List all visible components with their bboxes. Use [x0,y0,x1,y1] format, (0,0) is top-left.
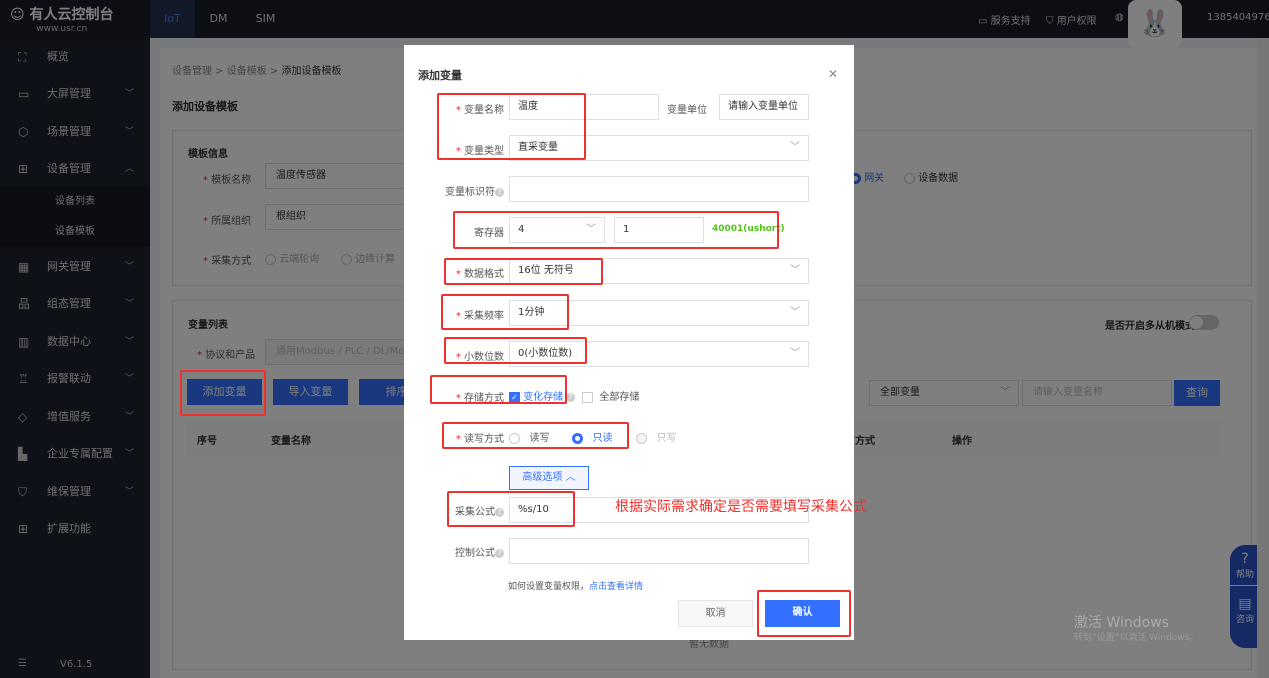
control-formula-input[interactable] [509,538,809,564]
annotation-box [437,93,586,160]
unit-input[interactable]: 请输入变量单位 [719,94,809,120]
annotation-box [444,258,603,285]
annotation-text: 根据实际需求确定是否需要填写采集公式 [615,499,867,515]
annotation-box [447,491,575,527]
windows-watermark-title: 激活 Windows [1074,615,1169,631]
windows-watermark-sub: 转到“设置”以激活 Windows。 [1074,633,1199,643]
annotation-box [441,294,569,330]
identifier-label: 变量标识符? [404,183,504,198]
help-icon[interactable]: ? [495,187,504,197]
checkbox-icon [582,391,593,403]
close-icon[interactable]: ✕ [828,67,838,81]
chevron-down-icon: ﹀ [790,348,800,359]
annotation-box [757,590,851,637]
dialog-title: 添加变量 [418,69,462,82]
details-link[interactable]: 点击查看详情 [589,582,643,592]
chevron-down-icon: ﹀ [790,142,800,153]
rw-radio-writeonly[interactable]: 只写 [636,429,677,444]
checkbox-label: 全部存储 [599,392,640,403]
cancel-button[interactable]: 取消 [678,600,753,627]
help-icon[interactable]: ? [495,548,504,558]
storage-all-checkbox[interactable]: 全部存储 [582,388,639,403]
advanced-options-button[interactable]: 高级选项 ︿ [509,466,589,490]
help-text: 如何设置变量权限， [508,582,590,592]
annotation-box [180,370,266,416]
radio-icon [636,432,647,444]
radio-label: 只写 [656,433,677,444]
label-text: 控制公式 [455,548,495,559]
permission-help: 如何设置变量权限，点击查看详情 [508,579,643,592]
identifier-input[interactable] [509,176,809,202]
chevron-down-icon: ﹀ [790,265,800,276]
annotation-box [442,422,629,449]
chevron-down-icon: ﹀ [790,307,800,318]
annotation-box [430,375,567,404]
control-formula-label: 控制公式? [404,544,504,559]
annotation-box [453,211,779,249]
label-text: 变量标识符 [445,187,495,198]
unit-label: 变量单位 [667,105,707,116]
help-icon[interactable]: ? [566,392,576,402]
annotation-box [444,337,587,364]
chevron-up-icon: ︿ [565,472,576,483]
button-label: 高级选项 [522,472,563,483]
